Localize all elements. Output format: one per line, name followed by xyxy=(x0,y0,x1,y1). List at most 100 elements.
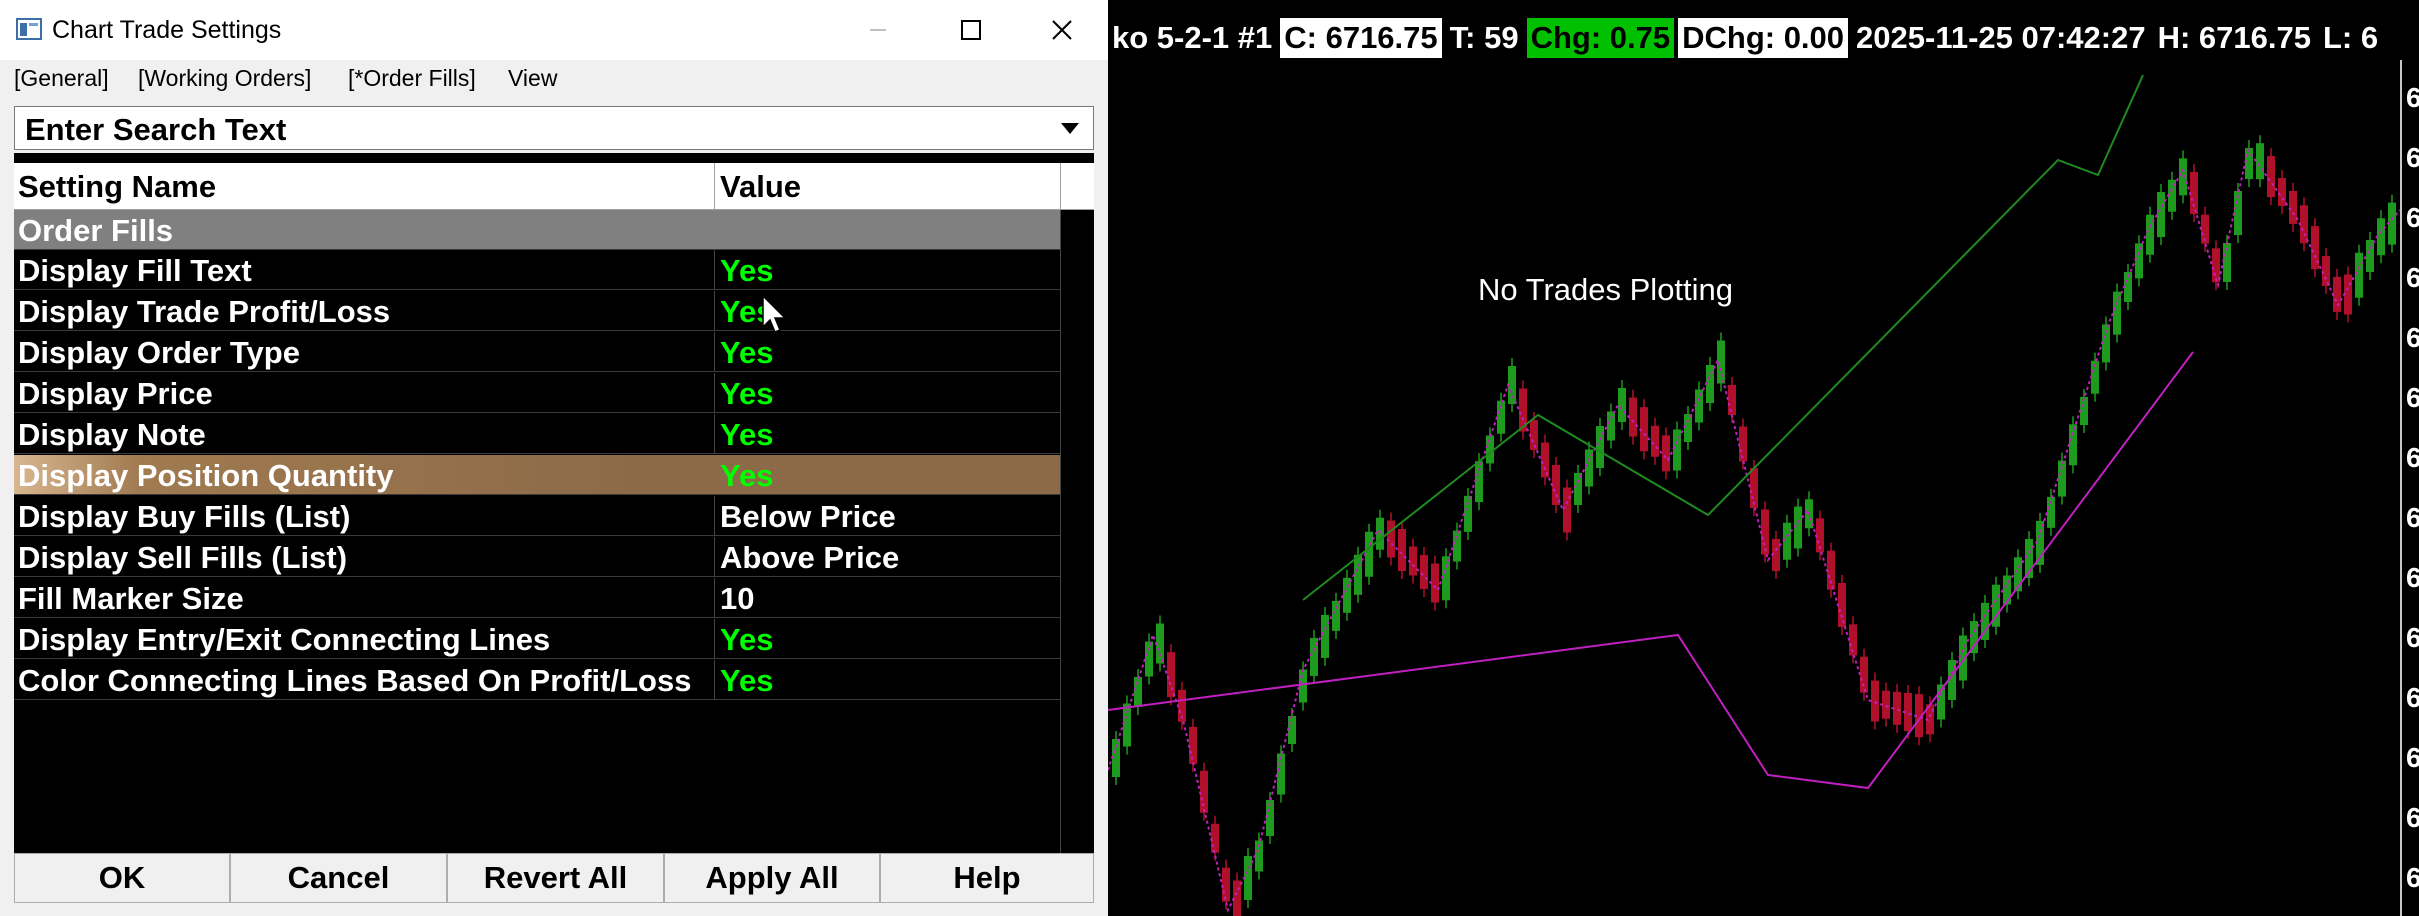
table-row[interactable]: Color Connecting Lines Based On Profit/L… xyxy=(14,660,1060,700)
daily-change-value: DChg: 0.00 xyxy=(1678,18,1849,58)
setting-value[interactable]: Below Price xyxy=(720,499,896,535)
price-scale-label: 6 xyxy=(2406,382,2419,413)
table-row[interactable]: Fill Marker Size 10 xyxy=(14,578,1060,618)
cell-divider xyxy=(714,414,715,454)
setting-value[interactable]: Yes xyxy=(720,622,773,658)
setting-value[interactable]: Yes xyxy=(720,335,773,371)
price-scale-label: 6 xyxy=(2406,622,2419,653)
help-button[interactable]: Help xyxy=(880,853,1094,903)
grid-right-border xyxy=(1060,210,1061,853)
tab-working-orders[interactable]: [Working Orders] xyxy=(138,65,311,92)
setting-name: Display Note xyxy=(18,417,206,452)
price-scale-label: 6 xyxy=(2406,682,2419,713)
cell-divider xyxy=(714,250,715,290)
table-row[interactable]: Display Trade Profit/Loss Yes xyxy=(14,291,1060,331)
maximize-button[interactable] xyxy=(924,0,1016,60)
price-scale-label: 6 xyxy=(2406,322,2419,353)
tick-count: T: 59 xyxy=(1449,20,1519,55)
app-window-icon xyxy=(16,18,42,40)
low-price: L: 6 xyxy=(2323,20,2379,55)
setting-name: Display Position Quantity xyxy=(18,458,394,493)
setting-value[interactable]: Yes xyxy=(720,417,773,453)
mouse-cursor-icon xyxy=(762,295,787,333)
column-header-setting-name[interactable]: Setting Name xyxy=(18,169,216,205)
close-button[interactable] xyxy=(1016,0,1108,60)
price-bars-area[interactable] xyxy=(1108,60,2400,916)
channel-line-green xyxy=(1302,74,2144,601)
maximize-icon xyxy=(961,20,981,40)
cell-divider xyxy=(714,373,715,413)
setting-name: Display Price xyxy=(18,376,213,411)
chart-datetime: 2025-11-25 07:42:27 xyxy=(1856,20,2146,55)
setting-value[interactable]: Yes xyxy=(720,253,773,289)
section-row-order-fills[interactable]: Order Fills xyxy=(14,210,1060,250)
price-scale-label: 6 xyxy=(2406,502,2419,533)
price-scale-label: 6 xyxy=(2406,142,2419,173)
revert-all-button[interactable]: Revert All xyxy=(447,853,664,903)
price-scale-label: 6 xyxy=(2406,442,2419,473)
chart-symbol: ko 5-2-1 #1 xyxy=(1112,20,1273,55)
minimize-icon xyxy=(870,29,886,31)
tab-order-fills[interactable]: [*Order Fills] xyxy=(348,65,476,92)
price-scale-label: 6 xyxy=(2406,742,2419,773)
price-scale-label: 6 xyxy=(2406,202,2419,233)
close-price: C: 6716.75 xyxy=(1280,18,1442,58)
chart-trade-settings-dialog: Chart Trade Settings [General] [Working … xyxy=(0,0,1108,916)
cell-divider xyxy=(714,291,715,331)
price-scale-label: 6 xyxy=(2406,562,2419,593)
column-divider[interactable] xyxy=(714,163,715,210)
setting-name: Fill Marker Size xyxy=(18,581,244,616)
tab-menu-bar: [General] [Working Orders] [*Order Fills… xyxy=(0,60,1108,100)
setting-value[interactable]: Yes xyxy=(720,458,773,494)
price-scale-label: 6 xyxy=(2406,862,2419,893)
price-scale-label: 6 xyxy=(2406,802,2419,833)
channel-line-magenta xyxy=(1108,351,2194,790)
table-row[interactable]: Display Sell Fills (List) Above Price xyxy=(14,537,1060,577)
column-divider[interactable] xyxy=(1060,163,1061,210)
cancel-button[interactable]: Cancel xyxy=(230,853,447,903)
setting-value[interactable]: Yes xyxy=(720,663,773,699)
high-price: H: 6716.75 xyxy=(2157,20,2311,55)
setting-name: Color Connecting Lines Based On Profit/L… xyxy=(18,663,692,698)
setting-name: Display Sell Fills (List) xyxy=(18,540,348,575)
cell-divider xyxy=(714,619,715,659)
table-row[interactable]: Display Order Type Yes xyxy=(14,332,1060,372)
close-icon xyxy=(1052,20,1072,40)
setting-value[interactable]: Above Price xyxy=(720,540,899,576)
dialog-button-bar: OK Cancel Revert All Apply All Help xyxy=(14,853,1094,905)
setting-name: Display Trade Profit/Loss xyxy=(18,294,391,329)
setting-name: Display Fill Text xyxy=(18,253,252,288)
tab-general[interactable]: [General] xyxy=(14,65,109,92)
window-title: Chart Trade Settings xyxy=(52,16,282,44)
tab-view[interactable]: View xyxy=(508,65,557,92)
change-value: Chg: 0.75 xyxy=(1526,18,1675,58)
price-scale[interactable]: 6 6 6 6 6 6 6 6 6 6 6 6 6 6 xyxy=(2400,60,2419,916)
minimize-button[interactable] xyxy=(832,0,924,60)
column-header-value[interactable]: Value xyxy=(720,169,801,205)
chart-header-bar: ko 5-2-1 #1 C: 6716.75 T: 59 Chg: 0.75 DChg:… xyxy=(1108,18,2386,58)
setting-name: Display Order Type xyxy=(18,335,300,370)
table-row[interactable]: Display Buy Fills (List) Below Price xyxy=(14,496,1060,536)
setting-value[interactable]: 10 xyxy=(720,581,754,617)
table-row[interactable]: Display Entry/Exit Connecting Lines Yes xyxy=(14,619,1060,659)
cell-divider xyxy=(714,332,715,372)
title-bar[interactable]: Chart Trade Settings xyxy=(0,0,1108,60)
setting-name: Display Entry/Exit Connecting Lines xyxy=(18,622,551,657)
table-row[interactable]: Display Fill Text Yes xyxy=(14,250,1060,290)
table-row-selected[interactable]: Display Position Quantity Yes xyxy=(14,455,1060,495)
setting-value[interactable]: Yes xyxy=(720,376,773,412)
grid-top-border xyxy=(14,153,1094,163)
section-label: Order Fills xyxy=(18,213,174,248)
table-row[interactable]: Display Price Yes xyxy=(14,373,1060,413)
search-combobox[interactable]: Enter Search Text xyxy=(14,106,1094,150)
apply-all-button[interactable]: Apply All xyxy=(664,853,880,903)
ok-button[interactable]: OK xyxy=(14,853,230,903)
renko-chart[interactable]: ko 5-2-1 #1 C: 6716.75 T: 59 Chg: 0.75 DChg:… xyxy=(1108,0,2419,916)
table-row[interactable]: Display Note Yes xyxy=(14,414,1060,454)
settings-grid: Setting Name Value Order Fills Display F… xyxy=(14,163,1094,853)
price-scale-label: 6 xyxy=(2406,82,2419,113)
zigzag-line xyxy=(1108,147,2400,913)
search-input[interactable]: Enter Search Text xyxy=(25,112,286,148)
grid-header: Setting Name Value xyxy=(14,163,1094,210)
dropdown-arrow-icon[interactable] xyxy=(1061,123,1079,135)
